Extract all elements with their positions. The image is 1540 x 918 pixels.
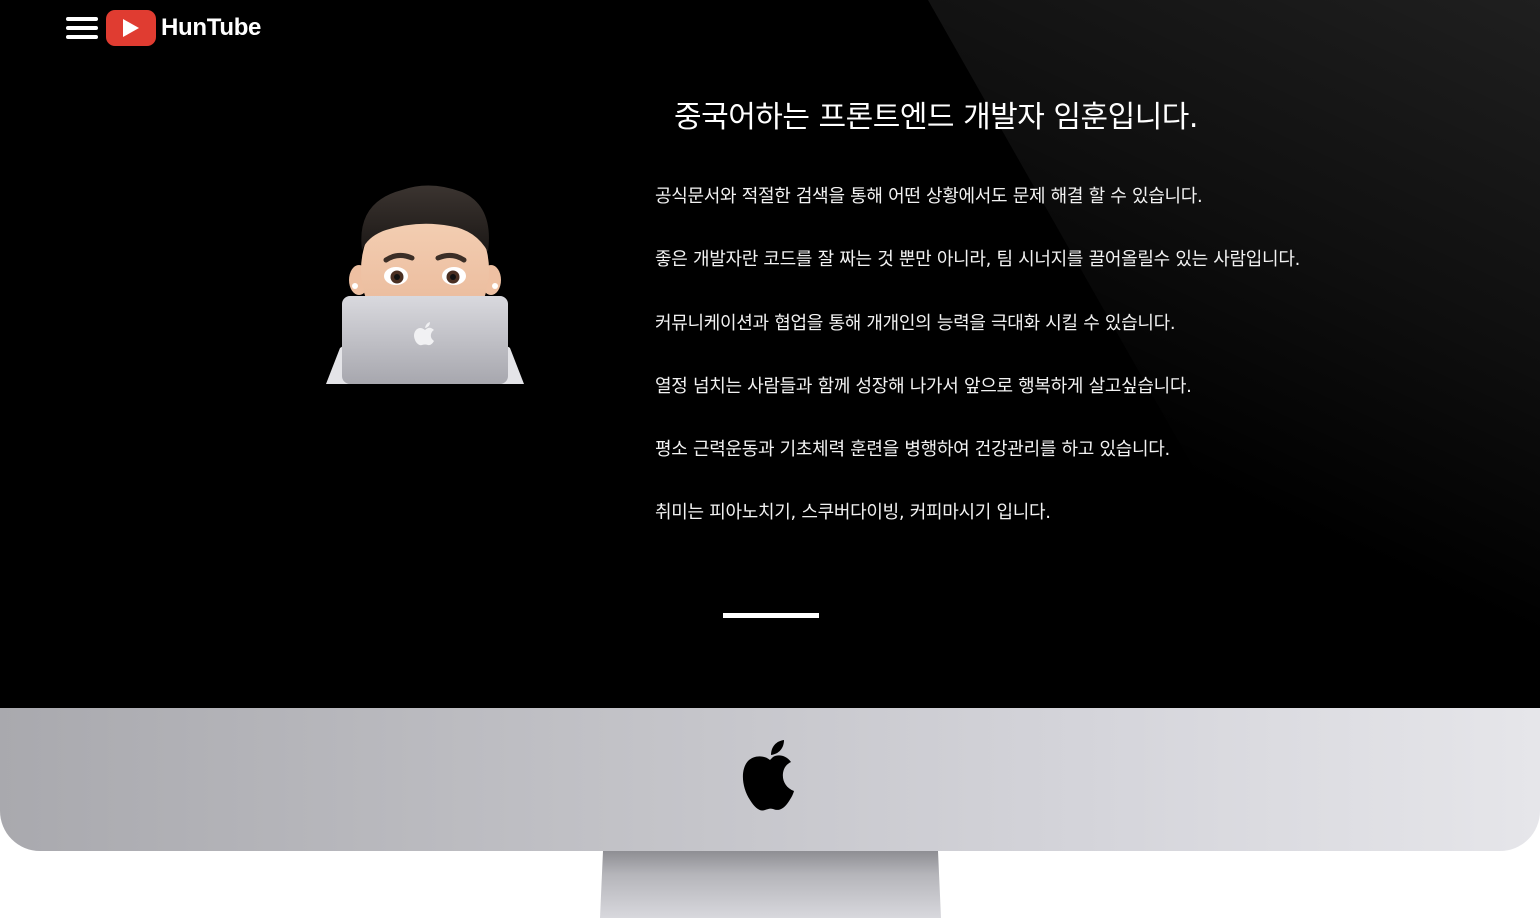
intro-line: 취미는 피아노치기, 스쿠버다이빙, 커피마시기 입니다. <box>655 502 1051 524</box>
page-title: 중국어하는 프론트엔드 개발자 임훈입니다. <box>674 100 1198 135</box>
play-icon <box>106 10 156 46</box>
top-bar: HunTube <box>66 10 261 46</box>
memoji-avatar <box>326 185 524 384</box>
intro-line: 공식문서와 적절한 검색을 통해 어떤 상황에서도 문제 해결 할 수 있습니다… <box>655 186 1203 207</box>
huntube-logo[interactable]: HunTube <box>106 10 261 46</box>
monitor-screen: HunTube 중국어하는 프론트엔드 개발자 임훈입니다. 공식문서와 적절한… <box>0 0 1540 708</box>
intro-list: 공식문서와 적절한 검색을 통해 어떤 상황에서도 문제 해결 할 수 있습니다… <box>655 186 1300 566</box>
intro-line: 평소 근력운동과 기초체력 훈련을 병행하여 건강관리를 하고 있습니다. <box>655 439 1170 461</box>
intro-line: 좋은 개발자란 코드를 잘 짜는 것 뿐만 아니라, 팀 시너지를 끌어올릴수 … <box>655 249 1301 271</box>
logo-text: HunTube <box>161 14 262 41</box>
apple-logo-icon <box>742 740 794 811</box>
hamburger-menu-icon[interactable] <box>66 14 98 42</box>
section-divider <box>723 613 819 618</box>
monitor-stand <box>600 851 941 918</box>
intro-line: 열정 넘치는 사람들과 함께 성장해 나가서 앞으로 행복하게 살고싶습니다. <box>655 375 1192 397</box>
intro-line: 커뮤니케이션과 협업을 통해 개개인의 능력을 극대화 시킬 수 있습니다. <box>655 312 1176 334</box>
